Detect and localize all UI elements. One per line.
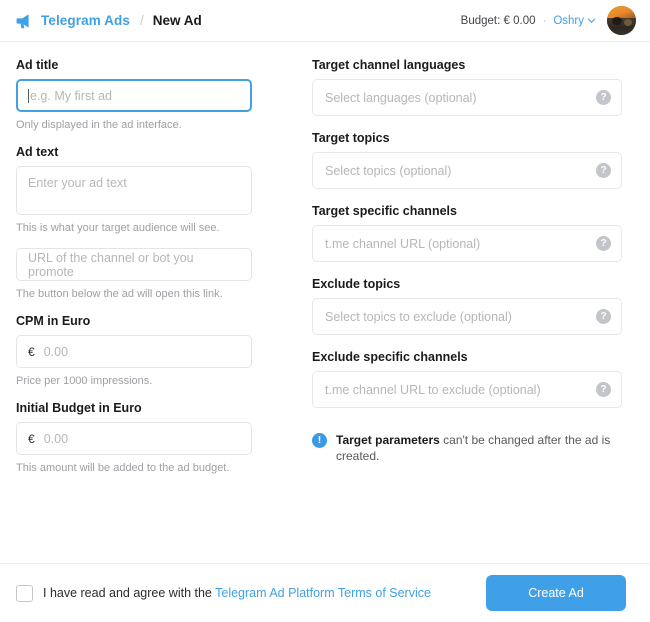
page-title: New Ad xyxy=(152,13,202,28)
ad-text-label: Ad text xyxy=(16,145,59,159)
euro-symbol-icon: € xyxy=(28,344,35,359)
field-exclude-topics: Exclude topics Select topics to exclude … xyxy=(312,277,622,335)
brand-label: Telegram Ads xyxy=(41,13,130,28)
column-spacer xyxy=(252,58,312,488)
target-parameters-note: ! Target parameters can't be changed aft… xyxy=(312,432,622,464)
help-icon[interactable]: ? xyxy=(596,90,611,105)
terms-agreement-text: I have read and agree with the Telegram … xyxy=(43,586,431,600)
exclude-channels-label: Exclude specific channels xyxy=(312,350,468,364)
ad-title-placeholder: e.g. My first ad xyxy=(30,88,112,103)
field-target-channels: Target specific channels t.me channel UR… xyxy=(312,204,622,262)
target-channels-label: Target specific channels xyxy=(312,204,457,218)
header-dot-separator: · xyxy=(542,14,547,27)
initial-budget-placeholder: 0.00 xyxy=(43,431,69,446)
user-menu[interactable]: Oshry xyxy=(553,15,596,27)
avatar-image-detail-left xyxy=(612,17,622,25)
ad-title-label: Ad title xyxy=(16,58,59,72)
avatar[interactable] xyxy=(607,6,636,35)
avatar-image-detail-right xyxy=(624,19,632,26)
ad-url-hint: The button below the ad will open this l… xyxy=(16,288,223,300)
cpm-placeholder: 0.00 xyxy=(43,344,69,359)
ad-url-input[interactable]: URL of the channel or bot you promote xyxy=(16,248,252,281)
chevron-down-icon xyxy=(587,18,596,23)
cpm-hint: Price per 1000 impressions. xyxy=(16,375,153,387)
new-ad-form: Ad title e.g. My first ad Only displayed… xyxy=(0,42,650,488)
header-right-group: Budget: € 0.00 · Oshry xyxy=(461,6,636,35)
field-ad-text: Ad text Enter your ad text This is what … xyxy=(16,145,252,234)
ad-text-placeholder: Enter your ad text xyxy=(28,176,127,190)
help-icon[interactable]: ? xyxy=(596,382,611,397)
info-icon: ! xyxy=(312,433,327,448)
app-header: Telegram Ads / New Ad Budget: € 0.00 · O… xyxy=(0,0,650,42)
target-channels-input[interactable]: t.me channel URL (optional) ? xyxy=(312,225,622,262)
initial-budget-input[interactable]: € 0.00 xyxy=(16,422,252,455)
ad-text-textarea[interactable]: Enter your ad text xyxy=(16,166,252,215)
terms-checkbox[interactable] xyxy=(16,584,33,602)
target-languages-label: Target channel languages xyxy=(312,58,466,72)
field-target-topics: Target topics Select topics (optional) ? xyxy=(312,131,622,189)
exclude-channels-placeholder: t.me channel URL to exclude (optional) xyxy=(325,382,541,397)
target-channels-placeholder: t.me channel URL (optional) xyxy=(325,236,481,251)
help-icon[interactable]: ? xyxy=(596,236,611,251)
exclude-topics-label: Exclude topics xyxy=(312,277,401,291)
ad-details-column: Ad title e.g. My first ad Only displayed… xyxy=(16,58,252,488)
text-caret xyxy=(28,88,29,103)
terms-of-service-link[interactable]: Telegram Ad Platform Terms of Service xyxy=(215,586,431,600)
cpm-label: CPM in Euro xyxy=(16,314,91,328)
target-languages-select[interactable]: Select languages (optional) ? xyxy=(312,79,622,116)
terms-agreement: I have read and agree with the Telegram … xyxy=(16,584,431,602)
target-topics-select[interactable]: Select topics (optional) ? xyxy=(312,152,622,189)
field-ad-title: Ad title e.g. My first ad Only displayed… xyxy=(16,58,252,131)
field-exclude-channels: Exclude specific channels t.me channel U… xyxy=(312,350,622,408)
field-ad-url: URL of the channel or bot you promote Th… xyxy=(16,248,252,300)
ad-url-placeholder: URL of the channel or bot you promote xyxy=(28,250,194,279)
ad-text-hint: This is what your target audience will s… xyxy=(16,222,220,234)
euro-symbol-icon: € xyxy=(28,431,35,446)
cpm-input[interactable]: € 0.00 xyxy=(16,335,252,368)
help-icon[interactable]: ? xyxy=(596,309,611,324)
initial-budget-hint: This amount will be added to the ad budg… xyxy=(16,462,230,474)
form-footer: I have read and agree with the Telegram … xyxy=(0,563,650,622)
breadcrumb-separator: / xyxy=(139,13,144,28)
help-icon[interactable]: ? xyxy=(596,163,611,178)
targeting-column: Target channel languages Select language… xyxy=(312,58,622,488)
initial-budget-label: Initial Budget in Euro xyxy=(16,401,142,415)
megaphone-icon xyxy=(16,13,29,28)
field-initial-budget: Initial Budget in Euro € 0.00 This amoun… xyxy=(16,401,252,474)
breadcrumb-telegram-ads[interactable]: Telegram Ads xyxy=(16,13,130,29)
target-languages-placeholder: Select languages (optional) xyxy=(325,90,477,105)
field-target-languages: Target channel languages Select language… xyxy=(312,58,622,116)
note-bold-text: Target parameters xyxy=(336,433,440,447)
note-text: Target parameters can't be changed after… xyxy=(336,432,622,464)
exclude-topics-placeholder: Select topics to exclude (optional) xyxy=(325,309,512,324)
target-topics-placeholder: Select topics (optional) xyxy=(325,163,452,178)
create-ad-button[interactable]: Create Ad xyxy=(486,575,626,611)
ad-title-hint: Only displayed in the ad interface. xyxy=(16,119,182,131)
ad-title-input[interactable]: e.g. My first ad xyxy=(16,79,252,112)
exclude-channels-input[interactable]: t.me channel URL to exclude (optional) ? xyxy=(312,371,622,408)
budget-status: Budget: € 0.00 xyxy=(460,14,536,27)
terms-agree-label: I have read and agree with the xyxy=(43,586,212,600)
field-cpm: CPM in Euro € 0.00 Price per 1000 impres… xyxy=(16,314,252,387)
target-topics-label: Target topics xyxy=(312,131,390,145)
exclude-topics-select[interactable]: Select topics to exclude (optional) ? xyxy=(312,298,622,335)
user-name-label: Oshry xyxy=(553,14,584,27)
